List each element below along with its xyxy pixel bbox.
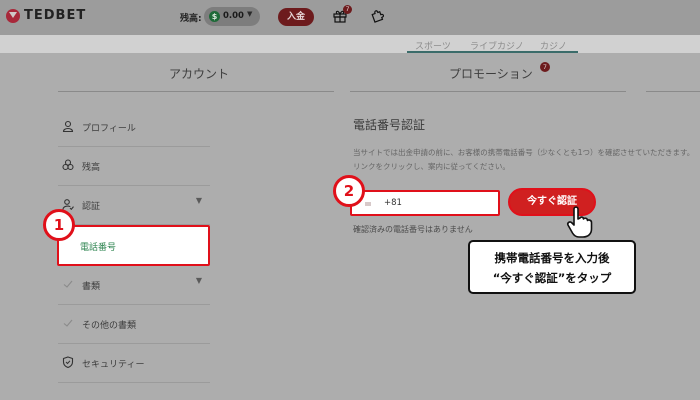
tab-extra-underline	[646, 91, 700, 92]
sidebar-item-security[interactable]: セキュリティー	[58, 344, 210, 383]
chevron-down-icon: ▼	[195, 196, 202, 205]
sidebar-item-profile[interactable]: プロフィール	[58, 108, 210, 147]
coins-icon	[62, 159, 74, 171]
sidebar-item-label: プロフィール	[82, 124, 136, 134]
section-title: 電話番号認証	[353, 118, 426, 132]
callout-line-2: “今すぐ認証”をタップ	[492, 271, 612, 285]
sidebar-item-verification[interactable]: 認証 ▼	[58, 186, 210, 225]
sidebar-item-label: 電話番号	[80, 243, 117, 253]
sidebar-item-balance[interactable]: 残高	[58, 147, 210, 186]
top-bar: TEDBET 残高: $ 0.00 ▼ 入金 7	[0, 0, 700, 35]
puzzle-icon[interactable]	[370, 9, 384, 23]
country-code: +81	[384, 198, 402, 208]
logo-icon[interactable]	[6, 9, 20, 23]
check-icon	[63, 280, 73, 288]
sidebar-item-other-documents[interactable]: その他の書類	[58, 305, 210, 344]
balance-label: 残高:	[180, 14, 202, 24]
sidebar-item-label: 書類	[82, 282, 101, 292]
dollar-icon: $	[209, 11, 220, 22]
tab-account[interactable]: アカウント	[169, 65, 229, 82]
no-verified-numbers-text: 確認済みの電話番号はありません	[353, 225, 473, 234]
chevron-down-icon: ▼	[247, 10, 253, 18]
section-description: 当サイトでは出金申請の前に、お客様の携帯電話番号（少なくとも1つ）を確認させてい…	[353, 148, 695, 171]
sidebar-item-label: 残高	[82, 163, 101, 173]
sub-nav: スポーツ ライブカジノ カジノ	[0, 35, 700, 53]
gift-badge: 7	[343, 5, 352, 14]
check-icon	[63, 319, 73, 327]
sidebar-item-phone-number[interactable]: 電話番号	[57, 225, 210, 266]
logo-text[interactable]: TEDBET	[24, 8, 86, 23]
step-2-marker: 2	[333, 175, 365, 207]
verify-user-icon	[62, 199, 74, 210]
sidebar-item-label: 認証	[82, 202, 101, 212]
sidebar-item-documents[interactable]: 書類 ▼	[58, 266, 210, 305]
chevron-down-icon: ▼	[195, 276, 202, 285]
sidebar-item-label: その他の書類	[82, 321, 137, 331]
step-1-marker: 1	[43, 209, 75, 241]
pointing-hand-icon	[566, 206, 593, 238]
promotion-badge: 7	[540, 62, 550, 72]
tab-account-underline	[58, 91, 334, 92]
deposit-button[interactable]: 入金	[278, 8, 314, 26]
callout-line-1: 携帯電話番号を入力後	[494, 251, 610, 265]
balance-value: 0.00	[223, 11, 244, 21]
phone-number-input[interactable]: +81	[350, 190, 500, 216]
user-icon	[62, 120, 74, 132]
flag-icon	[365, 202, 371, 206]
balance-dropdown[interactable]: $ 0.00 ▼	[204, 7, 260, 26]
tab-promotion[interactable]: プロモーション	[449, 65, 533, 82]
instruction-callout: 携帯電話番号を入力後 “今すぐ認証”をタップ	[468, 240, 636, 294]
shield-icon	[62, 356, 74, 368]
sidebar-item-label: セキュリティー	[82, 360, 145, 370]
tab-promotion-underline	[350, 91, 626, 92]
